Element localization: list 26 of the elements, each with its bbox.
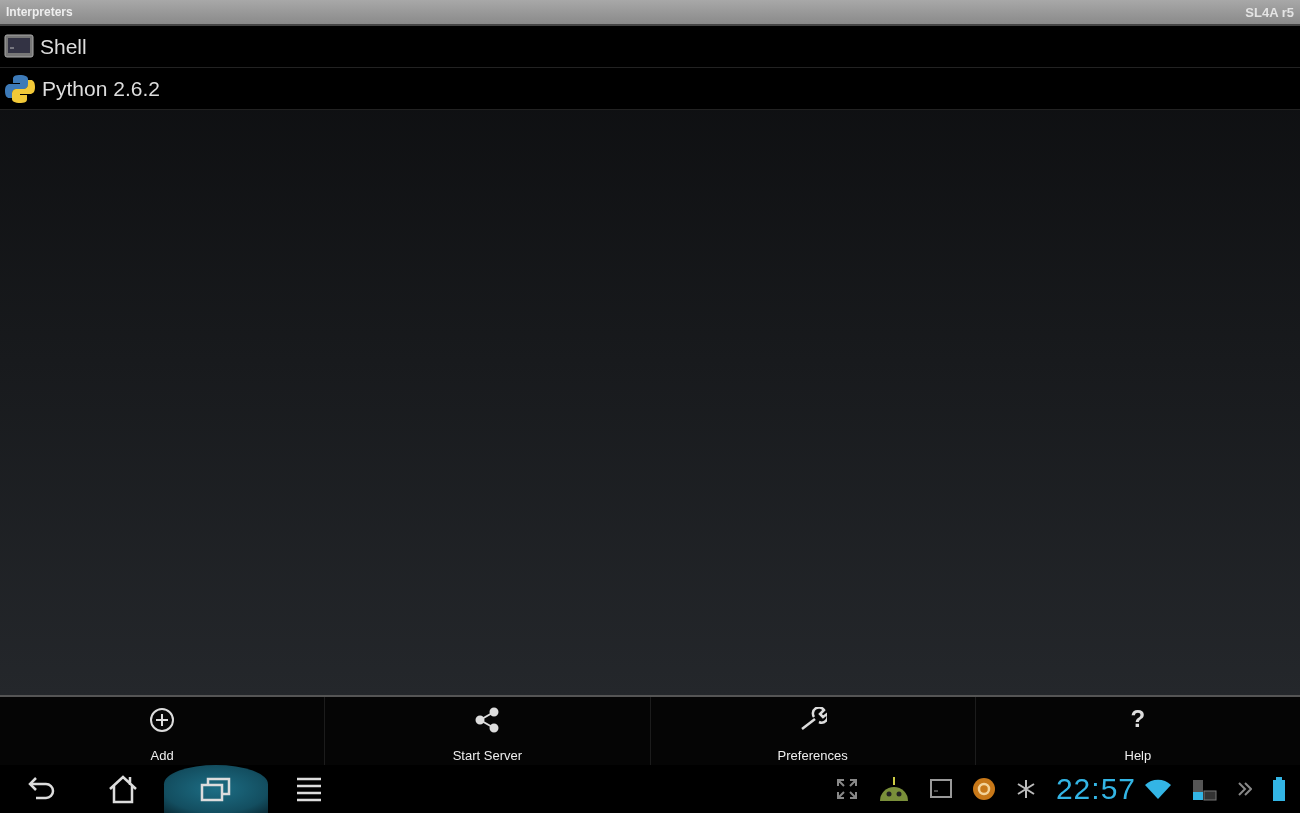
help-icon: ? — [1130, 707, 1146, 731]
share-icon — [474, 707, 501, 733]
interpreter-item[interactable]: Python 2.6.2 — [0, 68, 1300, 110]
menu-button[interactable]: ? Help — [975, 697, 1300, 765]
chevrons-icon — [1238, 782, 1252, 796]
interpreter-item[interactable]: Shell — [0, 26, 1300, 68]
home-icon — [107, 774, 139, 804]
terminal-icon — [4, 33, 34, 60]
add-icon — [149, 707, 176, 733]
expand-icon — [835, 778, 858, 800]
snowflake-icon — [1015, 779, 1036, 799]
window-title: Interpreters — [6, 5, 73, 19]
battery-icon — [1272, 777, 1286, 801]
version-label: SL4A r5 — [1245, 4, 1294, 20]
interpreter-name: Python 2.6.2 — [42, 76, 160, 101]
menu-icon — [296, 776, 322, 802]
interpreter-name: Shell — [40, 34, 87, 59]
wifi-icon — [1144, 778, 1172, 800]
android-icon — [877, 775, 910, 803]
recent-apps-icon — [200, 775, 232, 803]
terminal-icon — [929, 779, 952, 799]
circle-icon — [971, 777, 996, 801]
python-logo-icon — [4, 72, 36, 105]
nav-button[interactable] — [164, 765, 268, 813]
battery-icon — [1192, 777, 1218, 801]
clock: 22:57 — [1055, 772, 1136, 806]
